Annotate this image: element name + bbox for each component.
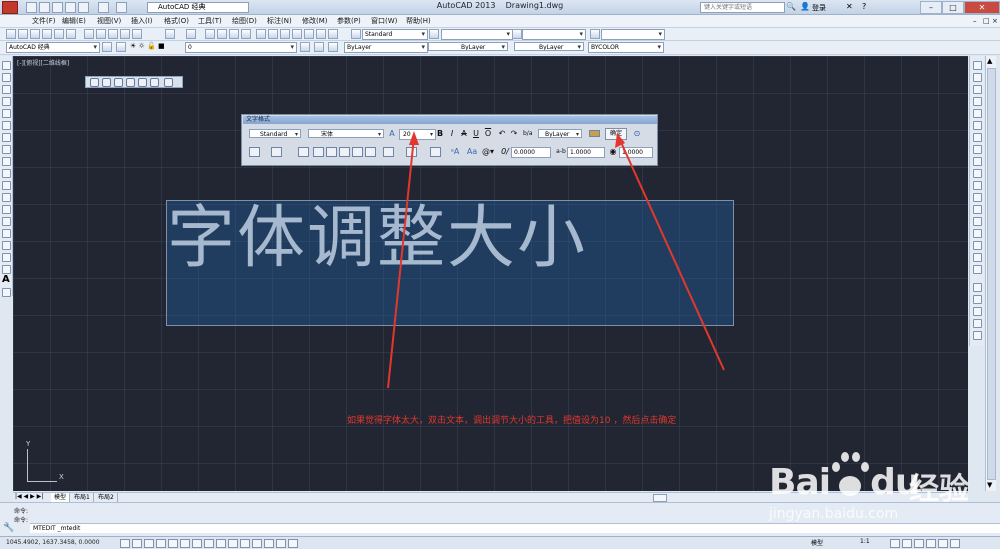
trim-icon[interactable] (973, 169, 982, 178)
tab-model[interactable]: 模型 (51, 493, 71, 502)
extend-icon[interactable] (973, 181, 982, 190)
baidu-watermark: Bai du 经验 jingyan.baidu.com (769, 434, 969, 524)
command-history-1: 命令: (14, 508, 29, 515)
fillet-icon[interactable] (973, 241, 982, 250)
snap-icon[interactable] (132, 539, 142, 548)
lwt-icon[interactable] (240, 539, 250, 548)
group-select-icon[interactable] (973, 331, 982, 340)
polar-icon[interactable] (168, 539, 178, 548)
command-input[interactable]: MTEDIT _mtedit (30, 523, 1000, 533)
array-icon[interactable] (973, 109, 982, 118)
ungroup-icon[interactable] (973, 307, 982, 316)
draworder-icon[interactable] (973, 283, 982, 292)
annotation-scale[interactable]: 1:1 (860, 538, 870, 545)
annotation-visibility-icon[interactable] (890, 539, 900, 548)
otrack-icon[interactable] (204, 539, 214, 548)
stretch-icon[interactable] (973, 157, 982, 166)
watermark-cn: 经验 (909, 472, 969, 507)
scale-icon[interactable] (973, 145, 982, 154)
ortho-icon[interactable] (156, 539, 166, 548)
status-bar: 1045.4902, 1637.3458, 0.0000 模型 1:1 (0, 536, 1000, 549)
am-icon[interactable] (288, 539, 298, 548)
chamfer-icon[interactable] (973, 229, 982, 238)
arrow-to-ok (619, 139, 725, 371)
explode-icon[interactable] (973, 265, 982, 274)
clean-screen-icon[interactable] (950, 539, 960, 548)
join-icon[interactable] (973, 217, 982, 226)
horizontal-scroll-thumb[interactable] (653, 494, 667, 502)
scroll-down-icon[interactable]: ▼ (987, 481, 992, 489)
mirror-icon[interactable] (973, 85, 982, 94)
sc-icon[interactable] (276, 539, 286, 548)
lock-icon[interactable] (914, 539, 924, 548)
tab-nav-arrows[interactable]: |◀ ◀ ▶ ▶| (15, 493, 43, 500)
offset-icon[interactable] (973, 97, 982, 106)
wrench-icon[interactable]: 🔧 (3, 523, 14, 533)
move-icon[interactable] (973, 121, 982, 130)
coordinates-readout: 1045.4902, 1637.3458, 0.0000 (6, 539, 100, 546)
workspace-switch-icon[interactable] (902, 539, 912, 548)
command-history-2: 命令: (14, 517, 29, 524)
hardware-accel-icon[interactable] (926, 539, 936, 548)
watermark-url: jingyan.baidu.com (769, 506, 899, 522)
model-space-button[interactable]: 模型 (811, 538, 823, 547)
group-edit-icon[interactable] (973, 319, 982, 328)
grid-icon[interactable] (144, 539, 154, 548)
break-icon[interactable] (973, 205, 982, 214)
osnap-icon[interactable] (180, 539, 190, 548)
scroll-up-icon[interactable]: ▲ (987, 57, 992, 65)
qp-icon[interactable] (264, 539, 274, 548)
tab-layout2[interactable]: 布局2 (95, 493, 118, 502)
blend-icon[interactable] (973, 253, 982, 262)
tpy-icon[interactable] (252, 539, 262, 548)
arrow-head-height (409, 131, 419, 145)
group-icon[interactable] (973, 295, 982, 304)
copy-obj-icon[interactable] (973, 73, 982, 82)
break-point-icon[interactable] (973, 193, 982, 202)
vertical-scrollbar[interactable]: ▲ ▼ (985, 56, 996, 491)
rotate-icon[interactable] (973, 133, 982, 142)
erase-icon[interactable] (973, 61, 982, 70)
instruction-text: 如果觉得字体太大，双击文本，调出调节大小的工具，把值设为10 ，然后点击确定 (347, 416, 677, 426)
scroll-thumb[interactable] (987, 68, 996, 480)
3dosnap-icon[interactable] (192, 539, 202, 548)
isolate-icon[interactable] (938, 539, 948, 548)
arrow-to-height (387, 136, 415, 389)
modify-toolbar (969, 56, 984, 346)
infer-icon[interactable] (120, 539, 130, 548)
dyn-icon[interactable] (228, 539, 238, 548)
ducs-icon[interactable] (216, 539, 226, 548)
tab-layout1[interactable]: 布局1 (71, 493, 94, 502)
